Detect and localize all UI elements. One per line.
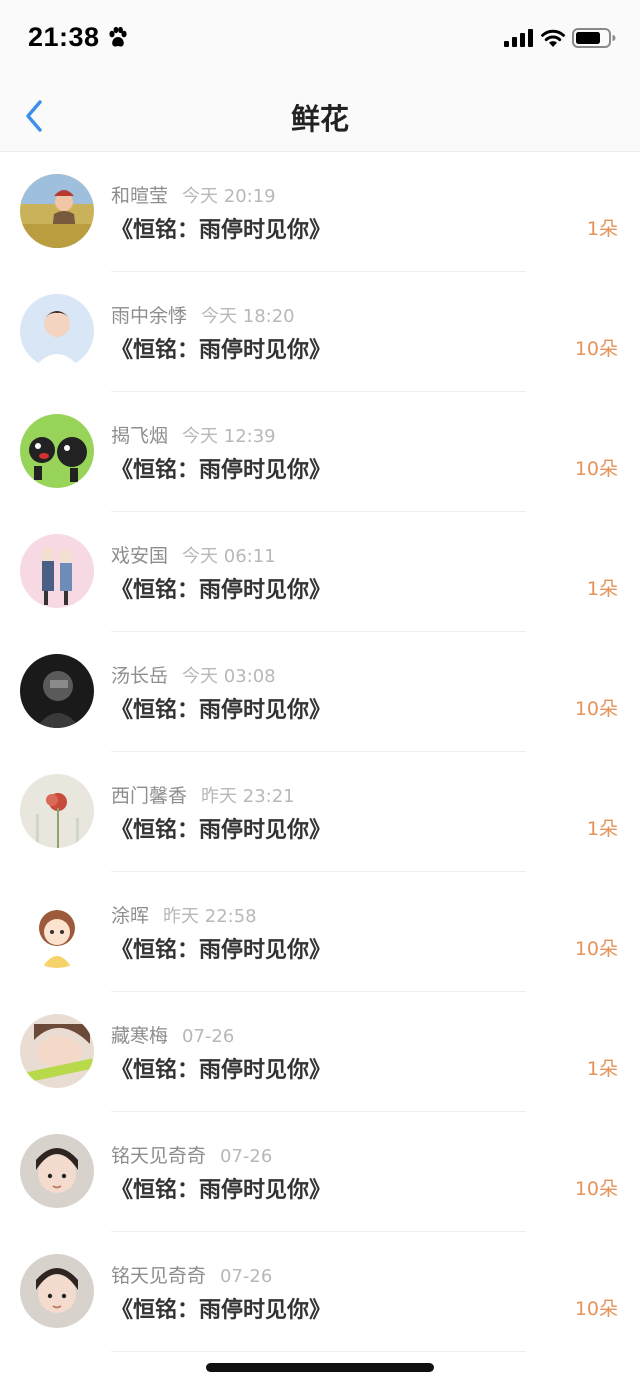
avatar-chibi-girl[interactable] (20, 894, 94, 968)
book-title[interactable]: 《恒铭：雨停时见你》 (111, 932, 331, 964)
list-item[interactable]: 藏寒梅 07-26 《恒铭：雨停时见你》 1朵 (0, 992, 640, 1112)
avatar-image (20, 1134, 94, 1208)
flower-records-screen: 21:38 鲜花 和暄莹 今天 20:19 《恒铭：雨停时见你》 1朵 雨中余悸… (0, 0, 640, 1385)
post-time: 今天 18:20 (201, 306, 295, 327)
avatar-image (20, 534, 94, 608)
row-meta: 藏寒梅 07-26 (111, 1021, 234, 1048)
avatar-red-flower[interactable] (20, 774, 94, 848)
list-item[interactable]: 揭飞烟 今天 12:39 《恒铭：雨停时见你》 10朵 (0, 392, 640, 512)
battery-icon (572, 28, 616, 48)
post-time: 今天 03:08 (182, 666, 276, 687)
flower-count: 10朵 (574, 1298, 618, 1320)
page-title: 鲜花 (290, 102, 349, 136)
status-bar: 21:38 (0, 0, 640, 78)
post-time: 今天 12:39 (182, 426, 276, 447)
avatar-sleeping-girl[interactable] (20, 1014, 94, 1088)
avatar-image (20, 774, 94, 848)
flower-count: 1朵 (586, 818, 618, 840)
avatar-girl-field[interactable] (20, 174, 94, 248)
post-time: 07-26 (220, 1146, 273, 1167)
wifi-icon (541, 29, 565, 47)
flower-count: 10朵 (574, 1178, 618, 1200)
row-meta: 揭飞烟 今天 12:39 (111, 421, 276, 448)
row-meta: 戏安国 今天 06:11 (111, 541, 276, 568)
avatar-image (20, 894, 94, 968)
cellular-signal-icon (504, 29, 533, 47)
list-item[interactable]: 雨中余悸 今天 18:20 《恒铭：雨停时见你》 10朵 (0, 272, 640, 392)
row-meta: 和暄莹 今天 20:19 (111, 181, 276, 208)
post-time: 07-26 (220, 1266, 273, 1287)
book-title[interactable]: 《恒铭：雨停时见你》 (111, 812, 331, 844)
book-title[interactable]: 《恒铭：雨停时见你》 (111, 572, 331, 604)
row-meta: 西门馨香 昨天 23:21 (111, 781, 295, 808)
book-title[interactable]: 《恒铭：雨停时见你》 (111, 212, 331, 244)
avatar-child-face[interactable] (20, 1254, 94, 1328)
home-indicator[interactable] (206, 1363, 434, 1372)
list-item[interactable]: 和暄莹 今天 20:19 《恒铭：雨停时见你》 1朵 (0, 152, 640, 272)
post-time: 今天 06:11 (182, 546, 276, 567)
avatar-child-face[interactable] (20, 1134, 94, 1208)
list-item[interactable]: 涂晖 昨天 22:58 《恒铭：雨停时见你》 10朵 (0, 872, 640, 992)
user-name[interactable]: 汤长岳 (111, 665, 168, 687)
book-title[interactable]: 《恒铭：雨停时见你》 (111, 1292, 331, 1324)
book-title[interactable]: 《恒铭：雨停时见你》 (111, 1172, 331, 1204)
row-meta: 铭天见奇奇 07-26 (111, 1141, 272, 1168)
list-item[interactable]: 铭天见奇奇 07-26 《恒铭：雨停时见你》 10朵 (0, 1232, 640, 1352)
row-meta: 铭天见奇奇 07-26 (111, 1261, 272, 1288)
user-name[interactable]: 戏安国 (111, 545, 168, 567)
list-item[interactable]: 西门馨香 昨天 23:21 《恒铭：雨停时见你》 1朵 (0, 752, 640, 872)
user-name[interactable]: 藏寒梅 (111, 1025, 168, 1047)
row-meta: 涂晖 昨天 22:58 (111, 901, 257, 928)
user-name[interactable]: 雨中余悸 (111, 305, 187, 327)
avatar-image (20, 1014, 94, 1088)
flower-count: 1朵 (586, 578, 618, 600)
flower-count: 10朵 (574, 458, 618, 480)
avatar-image (20, 294, 94, 368)
flower-count: 10朵 (574, 338, 618, 360)
flower-count: 1朵 (586, 1058, 618, 1080)
row-meta: 雨中余悸 今天 18:20 (111, 301, 295, 328)
avatar-image (20, 414, 94, 488)
user-name[interactable]: 西门馨香 (111, 785, 187, 807)
divider (111, 1351, 526, 1352)
post-time: 昨天 23:21 (201, 786, 295, 807)
flower-list: 和暄莹 今天 20:19 《恒铭：雨停时见你》 1朵 雨中余悸 今天 18:20 《… (0, 152, 640, 1352)
user-name[interactable]: 揭飞烟 (111, 425, 168, 447)
avatar-image (20, 1254, 94, 1328)
flower-count: 1朵 (586, 218, 618, 240)
avatar-dark-figure[interactable] (20, 654, 94, 728)
list-item[interactable]: 戏安国 今天 06:11 《恒铭：雨停时见你》 1朵 (0, 512, 640, 632)
post-time: 今天 20:19 (182, 186, 276, 207)
list-item[interactable]: 汤长岳 今天 03:08 《恒铭：雨停时见你》 10朵 (0, 632, 640, 752)
user-name[interactable]: 铭天见奇奇 (111, 1145, 206, 1167)
list-item[interactable]: 铭天见奇奇 07-26 《恒铭：雨停时见你》 10朵 (0, 1112, 640, 1232)
post-time: 07-26 (182, 1026, 235, 1047)
book-title[interactable]: 《恒铭：雨停时见你》 (111, 1052, 331, 1084)
avatar-cartoon-dogs[interactable] (20, 414, 94, 488)
user-name[interactable]: 铭天见奇奇 (111, 1265, 206, 1287)
row-meta: 汤长岳 今天 03:08 (111, 661, 276, 688)
avatar-boy-portrait[interactable] (20, 294, 94, 368)
avatar-image (20, 174, 94, 248)
book-title[interactable]: 《恒铭：雨停时见你》 (111, 452, 331, 484)
avatar-image (20, 654, 94, 728)
paw-icon (109, 26, 127, 47)
status-time: 21:38 (28, 22, 100, 52)
post-time: 昨天 22:58 (163, 906, 257, 927)
book-title[interactable]: 《恒铭：雨停时见你》 (111, 692, 331, 724)
book-title[interactable]: 《恒铭：雨停时见你》 (111, 332, 331, 364)
flower-count: 10朵 (574, 938, 618, 960)
user-name[interactable]: 涂晖 (111, 905, 149, 927)
flower-count: 10朵 (574, 698, 618, 720)
nav-bar: 鲜花 (0, 78, 640, 152)
header: 21:38 鲜花 (0, 0, 640, 152)
avatar-anime-couple[interactable] (20, 534, 94, 608)
user-name[interactable]: 和暄莹 (111, 185, 168, 207)
